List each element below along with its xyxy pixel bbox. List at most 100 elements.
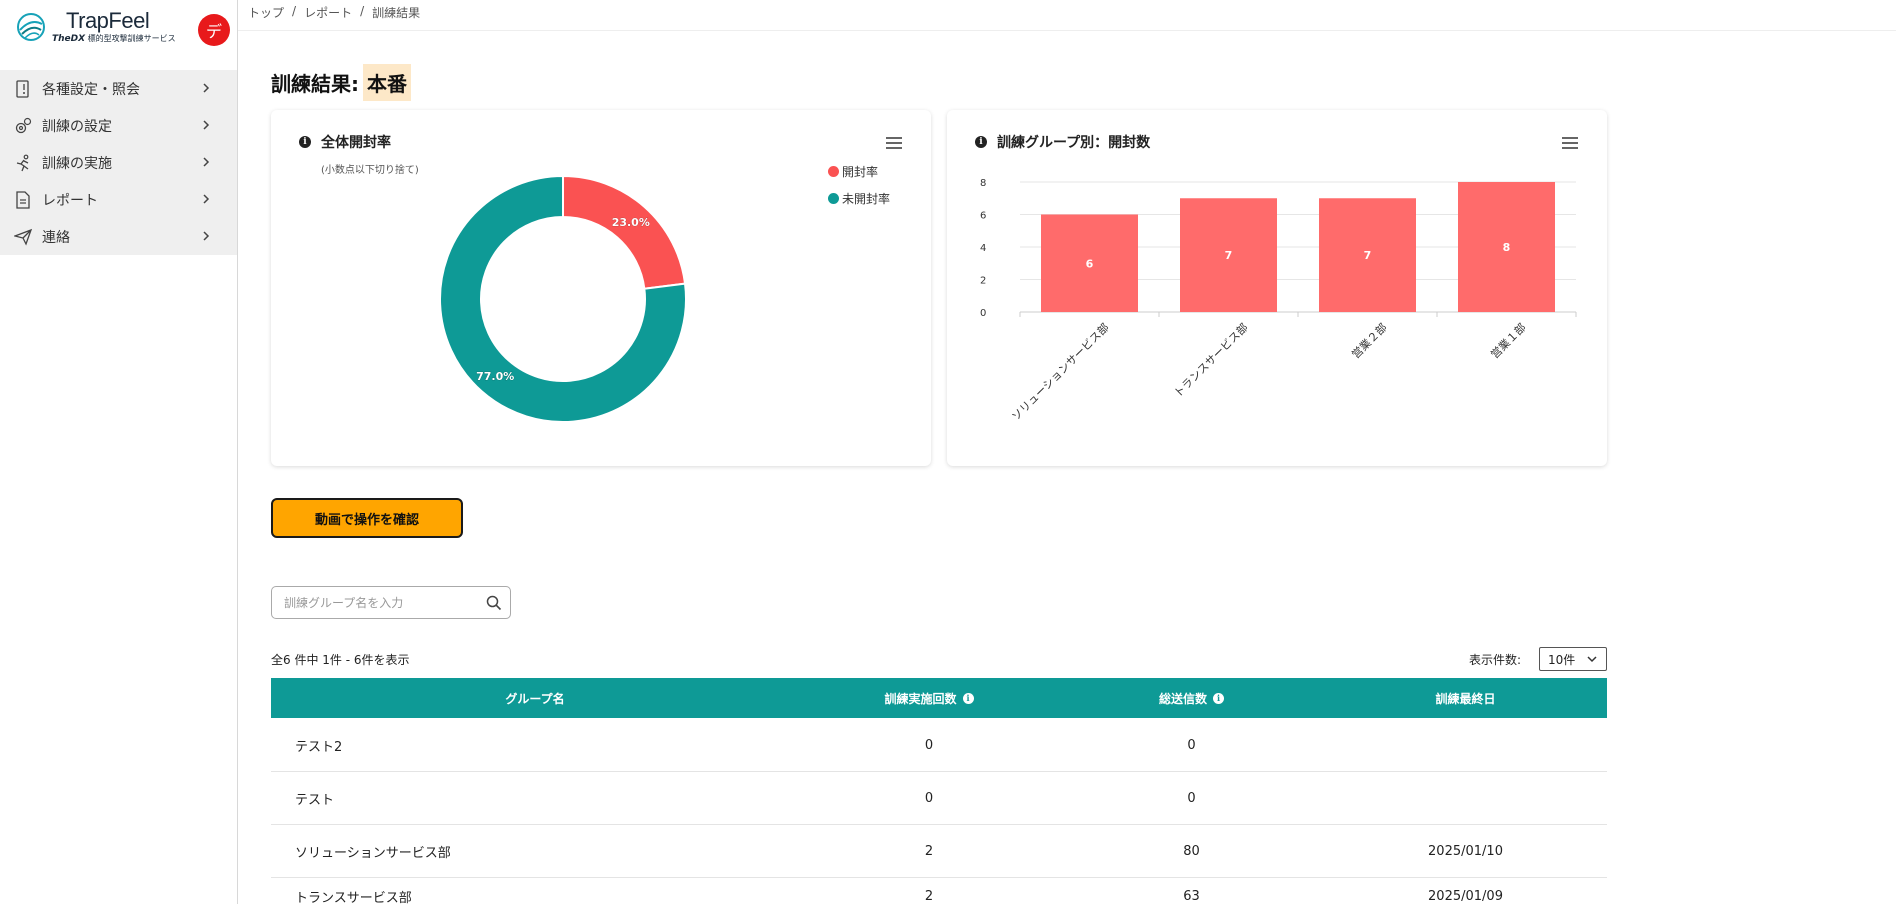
breadcrumb-separator: / [292, 4, 297, 18]
donut-label-1: 77.0% [476, 370, 514, 383]
col-header-last-date[interactable]: 訓練最終日 [1324, 678, 1607, 718]
search-icon[interactable] [486, 595, 502, 611]
cell-last-date [1324, 772, 1607, 825]
cell-total-sent: 80 [1183, 844, 1200, 859]
cell-run-count: 2 [924, 889, 934, 904]
y-tick-label: 6 [980, 211, 986, 222]
legend-item-opened[interactable]: 開封率 [828, 163, 878, 180]
sidebar-item-label: 連絡 [42, 229, 70, 246]
legend-dot [828, 193, 839, 204]
cell-total-sent: 0 [1187, 738, 1196, 753]
watch-video-button[interactable]: 動画で操作を確認 [271, 498, 463, 538]
page-title-highlight: 本番 [363, 64, 411, 101]
sidebar-item-label: レポート [42, 192, 98, 209]
chevron-right-icon [203, 120, 210, 130]
chevron-right-icon [203, 157, 210, 167]
cell-group-name: トランスサービス部 [295, 891, 412, 904]
sidebar-item-label: 各種設定・照会 [42, 81, 140, 98]
sidebar-nav: 各種設定・照会 訓練の設定 訓練の実施 レポート 連絡 [0, 70, 237, 255]
cell-run-count: 2 [924, 844, 934, 859]
cell-group-name: テスト [295, 793, 335, 808]
cell-group-name: ソリューションサービス部 [295, 846, 451, 861]
col-header-group-name[interactable]: グループ名 [271, 678, 799, 718]
x-category-label: トランスサービス部 [1171, 320, 1251, 400]
sidebar: TrapFeel TheDX 標的型攻撃訓練サービス デ 各種設定・照会 訓練の… [0, 0, 238, 904]
y-tick-label: 8 [980, 178, 986, 189]
x-category-label: 営業２部 [1349, 320, 1390, 361]
y-tick-label: 2 [980, 276, 986, 287]
table-row[interactable]: ソリューションサービス部 2 80 2025/01/10 [271, 825, 1607, 878]
open-rate-donut-chart: 23.0% 77.0% [439, 174, 687, 423]
col-header-total-sent[interactable]: 総送信数 i [1059, 678, 1324, 718]
cell-total-sent: 63 [1183, 889, 1200, 904]
info-icon[interactable]: i [975, 136, 987, 148]
brand-subtitle: TheDX 標的型攻撃訓練サービス [52, 34, 176, 44]
info-icon[interactable]: i [1213, 692, 1224, 704]
cell-group-name: テスト2 [295, 740, 343, 755]
paper-plane-icon [14, 228, 32, 246]
brand-name: TrapFeel [66, 8, 150, 33]
sidebar-item-report[interactable]: レポート [0, 181, 237, 218]
chevron-right-icon [203, 231, 210, 241]
chevron-right-icon [203, 83, 210, 93]
per-page-label: 表示件数: [1469, 653, 1522, 667]
group-search-box [271, 586, 511, 619]
group-search-input[interactable] [284, 595, 484, 610]
open-rate-card-title: i 全体開封率 [299, 132, 391, 152]
chevron-right-icon [203, 194, 210, 204]
cell-last-date: 2025/01/10 [1428, 844, 1503, 859]
x-category-label: 営業１部 [1488, 320, 1529, 361]
cell-total-sent: 0 [1187, 791, 1196, 806]
sidebar-item-training-settings[interactable]: 訓練の設定 [0, 107, 237, 144]
table-row[interactable]: テスト 0 0 [271, 772, 1607, 825]
cell-run-count: 0 [924, 738, 934, 753]
donut-slice-0[interactable] [562, 174, 687, 290]
cell-last-date: 2025/01/09 [1428, 889, 1503, 904]
cell-last-date [1324, 719, 1607, 772]
page-title: 訓練結果: 本番 [271, 64, 411, 101]
report-doc-icon [14, 190, 32, 209]
breadcrumb: トップ / レポート / 訓練結果 [248, 4, 420, 21]
brand-logo[interactable]: TrapFeel TheDX 標的型攻撃訓練サービス [14, 10, 176, 44]
header-divider [238, 30, 1896, 31]
y-tick-label: 4 [980, 243, 986, 254]
group-opens-card-title: i 訓練グループ別：開封数 [975, 132, 1150, 152]
group-opens-bar-chart: 0 2 4 6 8 6 ソリューションサービス部 7 トランスサービス部 7 営業２部 8 営業１部 [980, 178, 1577, 423]
sidebar-item-settings[interactable]: 各種設定・照会 [0, 70, 237, 107]
user-avatar[interactable]: デ [198, 14, 230, 46]
gears-icon [14, 117, 32, 135]
page-title-prefix: 訓練結果: [271, 72, 359, 96]
y-tick-label: 0 [980, 308, 986, 319]
result-count: 全6 件中 1件 - 6件を表示 [271, 653, 410, 667]
cell-run-count: 0 [924, 791, 934, 806]
table-header: グループ名 訓練実施回数 i 総送信数 i 訓練最終日 [271, 678, 1607, 718]
breadcrumb-top-link[interactable]: トップ [248, 4, 284, 21]
bar-value-label: 6 [1086, 257, 1094, 270]
per-page-value: 10件 [1548, 652, 1576, 667]
breadcrumb-separator: / [360, 4, 365, 18]
table-row[interactable]: トランスサービス部 2 63 2025/01/09 [271, 878, 1607, 904]
x-category-label: ソリューションサービス部 [1009, 320, 1112, 423]
sidebar-item-label: 訓練の設定 [42, 118, 112, 135]
sidebar-item-contact[interactable]: 連絡 [0, 218, 237, 255]
sidebar-item-training-run[interactable]: 訓練の実施 [0, 144, 237, 181]
trapfeel-logo-icon [17, 13, 45, 41]
col-header-run-count[interactable]: 訓練実施回数 i [799, 678, 1059, 718]
donut-label-0: 23.0% [612, 216, 650, 229]
breadcrumb-report-link[interactable]: レポート [304, 4, 352, 21]
bar-value-label: 7 [1364, 249, 1372, 262]
legend-item-unopened[interactable]: 未開封率 [828, 190, 890, 207]
info-icon[interactable]: i [962, 692, 974, 704]
bar-value-label: 7 [1225, 249, 1233, 262]
settings-doc-icon [14, 79, 32, 98]
chevron-down-icon [1587, 656, 1597, 663]
info-icon[interactable]: i [299, 136, 311, 148]
sidebar-item-label: 訓練の実施 [42, 155, 112, 172]
running-person-icon [14, 154, 32, 172]
bar-value-label: 8 [1503, 241, 1511, 254]
legend-dot [828, 166, 839, 177]
table-row[interactable]: テスト2 0 0 [271, 719, 1607, 772]
chart-menu-icon[interactable] [1562, 137, 1578, 149]
per-page-select[interactable]: 10件 [1539, 647, 1607, 671]
chart-menu-icon[interactable] [886, 137, 902, 149]
